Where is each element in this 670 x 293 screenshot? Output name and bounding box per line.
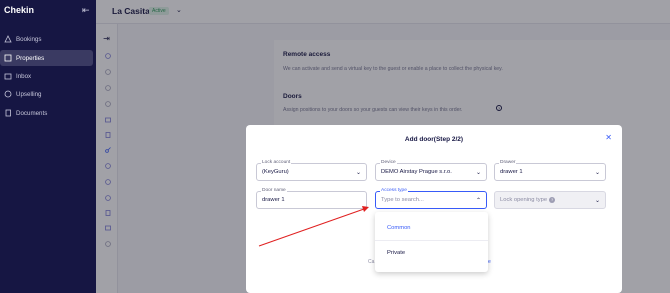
- annotation-arrow: [258, 206, 369, 247]
